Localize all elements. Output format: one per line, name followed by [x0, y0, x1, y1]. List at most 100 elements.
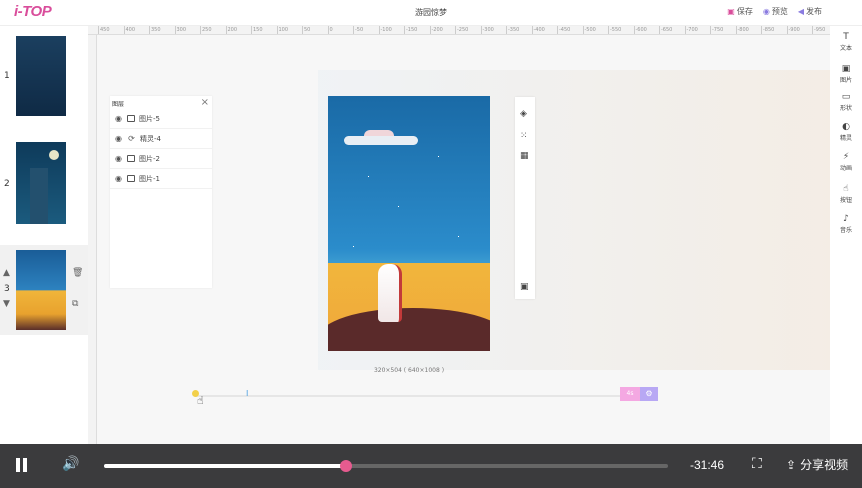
- layers-icon[interactable]: ◈: [520, 109, 527, 119]
- pause-button[interactable]: [16, 458, 28, 472]
- ruler-tick: -850: [761, 26, 775, 34]
- ruler-tick: -100: [378, 26, 392, 34]
- horizontal-ruler: 450 400 350 300 250 200 150 100 50 0 -50 -100 -150 -2…: [88, 26, 830, 35]
- star-dot: [438, 156, 439, 157]
- volume-icon[interactable]: 🔊: [62, 456, 79, 472]
- tool-text[interactable]: T 文本: [830, 32, 862, 52]
- close-icon[interactable]: ×: [201, 97, 209, 108]
- video-progress-knob[interactable]: [339, 460, 352, 472]
- ruler-tick: -50: [353, 26, 364, 34]
- top-bar: i-TOP 游园惊梦 ▣ 保存 ◉ 预览 ◀ 发布: [0, 0, 862, 26]
- publish-label: 发布: [806, 7, 822, 16]
- fullscreen-icon[interactable]: ⛶: [752, 456, 762, 472]
- layer-item[interactable]: ◉ 图片-5: [110, 109, 212, 129]
- image-icon: [127, 115, 135, 122]
- ruler-tick: -300: [480, 26, 494, 34]
- ruler-tick: -950: [812, 26, 826, 34]
- tool-shape-label: 形状: [839, 105, 852, 112]
- ruler-tick: 200: [225, 26, 238, 34]
- page-thumb-3[interactable]: [16, 250, 66, 330]
- tool-animation[interactable]: ⚡ 动画: [830, 152, 862, 172]
- preview-button[interactable]: ◉ 预览: [763, 6, 788, 17]
- video-control-bar: 🔊 -31:46 ⛶ ⇪ 分享视频: [0, 444, 862, 488]
- ruler-tick: -900: [786, 26, 800, 34]
- copy-icon[interactable]: ⧉: [72, 299, 78, 309]
- pointer-icon: ☝: [843, 184, 849, 194]
- ruler-tick: 400: [123, 26, 136, 34]
- tool-button[interactable]: ☝ 按钮: [830, 184, 862, 204]
- star-dot: [353, 246, 354, 247]
- ruler-tick: 350: [149, 26, 161, 34]
- animation-icon: ⚡: [842, 152, 850, 162]
- grid-icon[interactable]: ⁙: [520, 131, 528, 141]
- send-icon: ◀: [797, 7, 804, 16]
- gear-icon[interactable]: ⚙: [640, 387, 658, 401]
- hand-cursor-icon: ☝: [197, 394, 204, 407]
- video-progress-fill: [104, 464, 346, 468]
- pause-icon: [23, 458, 27, 472]
- ruler-tick: 150: [251, 26, 263, 34]
- music-icon: ♪: [843, 214, 849, 224]
- tool-sprite[interactable]: ◐ 精灵: [830, 122, 862, 142]
- remaining-time: -31:46: [690, 458, 725, 472]
- ruler-tick: -750: [710, 26, 724, 34]
- ruler-tick: -650: [659, 26, 673, 34]
- tool-music-label: 音乐: [839, 227, 852, 234]
- layers-title-label: 图层: [112, 101, 125, 108]
- share-video-button[interactable]: ⇪ 分享视频: [786, 456, 848, 473]
- timeline-marker-icon[interactable]: I: [246, 389, 248, 398]
- share-icon: ⇪: [786, 457, 797, 472]
- ruler-tick: -800: [735, 26, 749, 34]
- publish-button[interactable]: ◀ 发布: [798, 6, 822, 17]
- layer-item[interactable]: ◉ ⟳ 精灵-4: [110, 129, 212, 149]
- tower-shape: [30, 168, 48, 224]
- image-icon: ▣: [841, 64, 851, 74]
- ruler-tick: -350: [506, 26, 520, 34]
- preview-label: 预览: [771, 7, 788, 16]
- ruler-tick: 100: [276, 26, 289, 34]
- visibility-eye-icon[interactable]: ◉: [114, 114, 123, 123]
- layer-item[interactable]: ◉ 图片-1: [110, 169, 212, 189]
- tool-image-label: 图片: [839, 77, 852, 84]
- layer-label: 精灵-4: [140, 134, 161, 143]
- visibility-eye-icon[interactable]: ◉: [114, 174, 123, 183]
- page-number-3: 3: [4, 284, 10, 294]
- star-dot: [398, 206, 399, 207]
- hill-shape: [328, 308, 490, 351]
- page-thumb-1[interactable]: [16, 36, 66, 116]
- ruler-tick: -150: [404, 26, 418, 34]
- image-icon: [127, 155, 135, 162]
- save-button[interactable]: ▣ 保存: [727, 6, 753, 17]
- background-icon[interactable]: ▦: [520, 151, 529, 161]
- moon-shape: [49, 150, 59, 160]
- tool-image[interactable]: ▣ 图片: [830, 64, 862, 84]
- layer-item[interactable]: ◉ 图片-2: [110, 149, 212, 169]
- timeline-duration-badge[interactable]: 4s: [620, 387, 640, 401]
- ruler-tick: 300: [174, 26, 187, 34]
- trash-icon[interactable]: 🗑: [72, 268, 83, 278]
- video-progress-track[interactable]: [104, 460, 668, 472]
- ruler-tick: -400: [531, 26, 545, 34]
- figure-image[interactable]: [378, 264, 402, 322]
- animation-timeline[interactable]: [195, 395, 635, 397]
- tool-shape[interactable]: ▭ 形状: [830, 92, 862, 112]
- layer-label: 图片-2: [139, 154, 160, 163]
- visibility-eye-icon[interactable]: ◉: [114, 154, 123, 163]
- right-toolbar: T 文本 ▣ 图片 ▭ 形状 ◐ 精灵 ⚡ 动画 ☝ 按钮 ♪ 音乐: [830, 26, 862, 444]
- tool-music[interactable]: ♪ 音乐: [830, 214, 862, 234]
- layer-label: 图片-5: [139, 114, 160, 123]
- move-up-icon[interactable]: ▲: [3, 268, 10, 278]
- design-page[interactable]: [328, 96, 490, 351]
- save-page-icon[interactable]: ▣: [520, 282, 529, 292]
- ruler-tick: -550: [608, 26, 622, 34]
- tool-text-label: 文本: [839, 45, 852, 52]
- ruler-tick: -250: [455, 26, 469, 34]
- page-thumb-2[interactable]: [16, 142, 66, 224]
- move-down-icon[interactable]: ▼: [3, 299, 10, 309]
- tool-animation-label: 动画: [839, 165, 852, 172]
- visibility-eye-icon[interactable]: ◉: [114, 134, 123, 143]
- save-label: 保存: [736, 7, 753, 16]
- star-dot: [368, 176, 369, 177]
- tool-sprite-label: 精灵: [839, 135, 852, 142]
- editor-app: i-TOP 游园惊梦 ▣ 保存 ◉ 预览 ◀ 发布 1 2 ▲ 3 ▼ 🗑 ⧉: [0, 0, 862, 488]
